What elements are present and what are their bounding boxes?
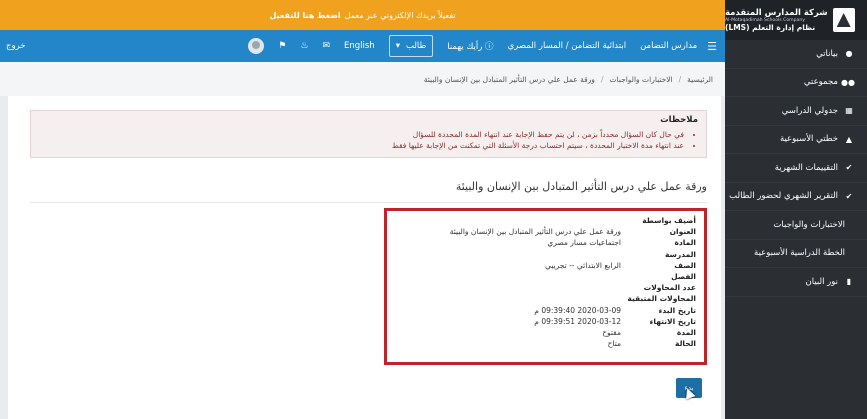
role-select-value: طالب: [405, 41, 427, 51]
grid-icon: ▦: [845, 106, 853, 116]
sidebar-item-group[interactable]: ●● مجموعتي: [725, 69, 867, 97]
notes-list: في حال كان السؤال محدداً بزمن ، لن يتم ح…: [39, 129, 698, 151]
chart-icon: ▲: [845, 134, 853, 144]
avatar[interactable]: [248, 38, 265, 54]
announcement-bar: تفعيلاً بريدك الإلكتروني عبر معمل اضغط ه…: [0, 0, 725, 30]
sidebar-item-label: التقييمات الشهرية: [774, 162, 838, 173]
detail-label: المدرسة: [665, 249, 696, 259]
detail-label: المادة: [674, 238, 696, 248]
brand-lms: نظام إدارة التعلم (LMS): [725, 23, 816, 32]
logout-link[interactable]: خروج: [6, 41, 26, 51]
info-icon: ⓘ: [482, 42, 494, 52]
page-title: ورقة عمل علي درس التأثير المتبادل بين ال…: [455, 180, 707, 193]
breadcrumb-separator: /: [678, 74, 682, 84]
mail-icon[interactable]: ✉: [322, 41, 330, 51]
activate-email-link[interactable]: اضغط هنا للتفعيل: [270, 11, 341, 20]
note-item: عند انتهاء مدة الاختبار المحددة ، سيتم ا…: [39, 140, 684, 151]
detail-row-end-date: تاريخ الانتهاء 2020-03-12 09:39:51 م: [395, 316, 696, 327]
detail-label: عدد المحاولات: [643, 283, 696, 293]
detail-row-added-by: أضيف بواسطة: [395, 215, 696, 226]
sidebar-item-attendance-report[interactable]: ✔ التقرير الشهري لحضور الطالب: [725, 183, 867, 211]
nav-item-schools[interactable]: مدارس التضامن: [640, 41, 697, 51]
notes-box: ملاحظات في حال كان السؤال محدداً بزمن ، …: [30, 110, 707, 158]
breadcrumb-exams[interactable]: الاختبارات والواجبات: [609, 75, 672, 84]
detail-row-duration: المدة مفتوح: [395, 327, 696, 338]
note-item: في حال كان السؤال محدداً بزمن ، لن يتم ح…: [39, 129, 684, 140]
brand: شركة المدارس المتقدمة Al-Motaqadimah Sch…: [725, 0, 867, 40]
detail-row-subject: المادة اجتماعيات مسار مصري: [395, 237, 696, 248]
sidebar-item-noor-albayan[interactable]: ▮ نور البيان: [725, 268, 867, 297]
detail-row-remaining-attempts: المحاولات المتبقية: [395, 293, 696, 304]
breadcrumb-home[interactable]: الرئيسية: [687, 75, 713, 84]
sidebar: شركة المدارس المتقدمة Al-Motaqadimah Sch…: [725, 0, 867, 419]
breadcrumb-separator: /: [600, 74, 604, 84]
nav-item-feedback[interactable]: ⓘ رأيك يهمنا: [447, 40, 493, 52]
app-root: شركة المدارس المتقدمة Al-Motaqadimah Sch…: [0, 0, 867, 419]
detail-label: المحاولات المتبقية: [627, 294, 696, 304]
sidebar-item-weekly-plan[interactable]: ▲ خطتي الأسبوعية: [725, 126, 867, 154]
detail-label: تاريخ البدء: [658, 305, 696, 315]
detail-label: الحالة: [675, 339, 696, 349]
nav-item-school-track[interactable]: ابتدائية التضامن / المسار المصري: [508, 41, 627, 51]
sidebar-item-label: التقرير الشهري لحضور الطالب: [729, 191, 838, 202]
brand-name-ar: شركة المدارس المتقدمة: [725, 8, 828, 18]
detail-label: أضيف بواسطة: [642, 216, 696, 226]
detail-value: متاح: [607, 339, 621, 349]
detail-row-grade: الصف الرابع الابتدائي -- تجريبي: [395, 260, 696, 271]
detail-row-title: العنوان ورقة عمل علي درس التأثير المتبادل…: [395, 226, 696, 237]
menu-icon[interactable]: ☰: [707, 40, 717, 53]
breadcrumb-current: ورقة عمل علي درس التأثير المتبادل بين ال…: [423, 74, 595, 84]
detail-row-school: المدرسة: [395, 249, 696, 260]
bell-icon[interactable]: ♨: [300, 41, 308, 51]
sidebar-item-exams[interactable]: الاختبارات والواجبات: [725, 211, 867, 240]
role-select[interactable]: طالب ▾: [388, 35, 434, 57]
detail-value: ورقة عمل علي درس التأثير المتبادل بين ال…: [449, 227, 621, 237]
detail-label: العنوان: [669, 227, 696, 237]
sidebar-item-label: الاختبارات والواجبات: [773, 219, 845, 230]
sidebar-item-profile[interactable]: ● بياناتي: [725, 40, 867, 69]
brand-text: شركة المدارس المتقدمة Al-Motaqadimah Sch…: [725, 8, 828, 32]
assignment-details: أضيف بواسطة العنوان ورقة عمل علي درس التأ…: [384, 208, 707, 365]
sidebar-item-label: خطتي الأسبوعية: [779, 134, 838, 145]
detail-value: 2020-03-12 09:39:51 م: [534, 316, 621, 326]
chevron-down-icon: ▾: [395, 41, 400, 51]
check-icon: ✔: [845, 191, 853, 201]
sidebar-item-schedule[interactable]: ▦ جدولي الدراسي: [725, 97, 867, 126]
notes-title: ملاحظات: [660, 115, 698, 125]
sidebar-item-label: نور البيان: [805, 276, 838, 287]
sidebar-item-label: جدولي الدراسي: [781, 105, 838, 116]
book-icon: ▮: [846, 277, 852, 287]
sidebar-item-monthly-evaluations[interactable]: ✔ التقييمات الشهرية: [725, 154, 867, 183]
sidebar-item-label: بياناتي: [816, 48, 838, 59]
detail-label: الفصل: [671, 272, 696, 282]
detail-value: الرابع الابتدائي -- تجريبي: [545, 260, 621, 270]
detail-value: مفتوح: [602, 327, 621, 337]
language-switch[interactable]: English: [344, 41, 375, 51]
breadcrumb: الرئيسية / الاختبارات والواجبات / ورقة ع…: [0, 62, 725, 96]
check-icon: ✔: [845, 163, 853, 173]
detail-label: المدة: [676, 327, 696, 337]
detail-value: 2020-03-09 09:39:40 م: [534, 305, 621, 315]
flag-icon[interactable]: ⚑: [278, 41, 286, 51]
nav-item-feedback-label: رأيك يهمنا: [447, 42, 483, 52]
detail-label: تاريخ الانتهاء: [649, 316, 696, 326]
main-card: ملاحظات في حال كان السؤال محدداً بزمن ، …: [8, 96, 721, 419]
detail-row-attempts: عدد المحاولات: [395, 282, 696, 293]
user-icon: ●: [845, 49, 853, 59]
detail-label: الصف: [674, 260, 696, 270]
detail-value: اجتماعيات مسار مصري: [547, 238, 621, 248]
sidebar-item-label: الخطة الدراسية الأسبوعية: [754, 248, 845, 259]
brand-logo: [832, 8, 855, 32]
group-icon: ●●: [841, 77, 855, 87]
detail-row-status: الحالة متاح: [395, 338, 696, 349]
detail-row-class: الفصل: [395, 271, 696, 282]
divider: [30, 202, 707, 203]
detail-row-start-date: تاريخ البدء 2020-03-09 09:39:40 م: [395, 305, 696, 316]
sidebar-item-label: مجموعتي: [803, 77, 838, 88]
announcement-text: تفعيلاً بريدك الإلكتروني عبر معمل: [344, 10, 456, 20]
sidebar-menu: ● بياناتي ●● مجموعتي ▦ جدولي الدراسي ▲ خطتي …: [725, 40, 867, 297]
top-navbar: ☰ مدارس التضامن ابتدائية التضامن / المسا…: [0, 30, 725, 62]
sidebar-item-weekly-study-plan[interactable]: الخطة الدراسية الأسبوعية: [725, 240, 867, 268]
